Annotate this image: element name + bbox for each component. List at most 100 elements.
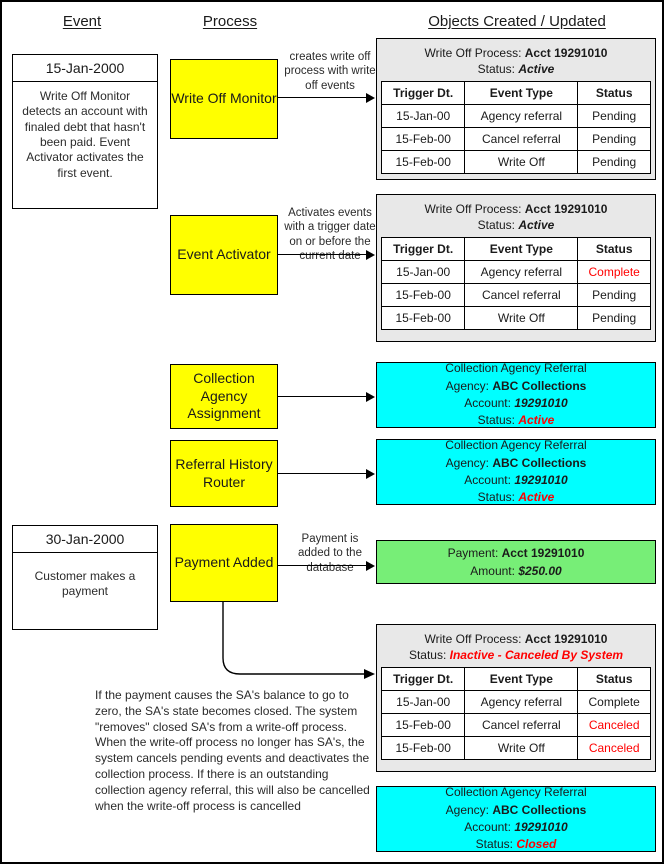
table-header-row: Trigger Dt. Event Type Status: [380, 667, 651, 692]
cell-status: Pending: [577, 127, 651, 152]
payment-account-value: Acct 19291010: [501, 546, 585, 560]
column-status: Status: [577, 237, 651, 262]
referral-agency-label: Agency:: [445, 802, 493, 817]
collection-agency-referral-1: Collection Agency Referral Agency: ABC C…: [376, 361, 656, 429]
event-table: Trigger Dt. Event Type Status 15-Jan-00 …: [380, 237, 651, 331]
write-off-process-panel-1: Write Off Process: Acct 19291010 Status:…: [376, 38, 656, 180]
process-label: Referral History Router: [175, 456, 273, 490]
payment-amount-label: Amount:: [470, 564, 519, 578]
column-header-objects: Objects Created / Updated: [428, 13, 606, 30]
column-trigger-date: Trigger Dt.: [380, 237, 466, 262]
table-header-row: Trigger Dt. Event Type Status: [380, 81, 651, 106]
panel-title: Write Off Process: Acct 19291010 Status:…: [381, 629, 651, 667]
connector-line-5: [278, 565, 367, 566]
cell-status: Complete: [577, 690, 651, 715]
referral-status-row: Status: Active: [377, 412, 655, 429]
referral-title: Collection Agency Referral: [445, 361, 587, 376]
cell-trigger-date: 15-Feb-00: [380, 127, 466, 152]
event-description: Write Off Monitor detects an account wit…: [22, 89, 148, 180]
panel-account: Acct 19291010: [524, 202, 608, 216]
referral-title: Collection Agency Referral: [445, 785, 587, 800]
panel-status-value: Active: [518, 62, 555, 77]
connector-label-payment-added: Payment is added to the database: [298, 533, 362, 574]
process-box-write-off-monitor[interactable]: Write Off Monitor: [170, 59, 278, 139]
connector-line-1: [278, 97, 367, 98]
payment-amount-row: Amount: $250.00: [377, 562, 655, 580]
column-header-process: Process: [202, 13, 258, 30]
column-trigger-date: Trigger Dt.: [380, 81, 466, 106]
referral-account-label: Account:: [464, 820, 515, 834]
cell-trigger-date: 15-Feb-00: [380, 150, 466, 175]
write-off-process-panel-2: Write Off Process: Acct 19291010 Status:…: [376, 194, 656, 342]
referral-account-label: Account:: [464, 396, 515, 410]
payment-account-row: Payment: Acct 19291010: [377, 544, 655, 562]
cell-status: Pending: [577, 150, 651, 175]
process-label: Payment Added: [174, 554, 274, 571]
cell-status: Pending: [577, 306, 651, 331]
cell-event-type: Cancel referral: [464, 283, 579, 308]
column-status: Status: [577, 667, 651, 692]
event-date: 15-Jan-2000: [13, 55, 157, 82]
table-row: 15-Jan-00 Agency referral Pending: [380, 104, 651, 129]
table-row: 15-Jan-00 Agency referral Complete: [380, 260, 651, 285]
table-row: 15-Feb-00 Cancel referral Pending: [380, 283, 651, 308]
referral-title: Collection Agency Referral: [445, 438, 587, 453]
table-row: 15-Feb-00 Write Off Pending: [380, 150, 651, 175]
event-date: 30-Jan-2000: [13, 526, 157, 553]
process-label: Event Activator: [177, 246, 271, 263]
cell-trigger-date: 15-Jan-00: [380, 690, 466, 715]
event-box-2: 30-Jan-2000 Customer makes a payment: [12, 525, 158, 630]
collection-agency-referral-2: Collection Agency Referral Agency: ABC C…: [376, 438, 656, 505]
referral-account-row: Account: 19291010: [377, 395, 655, 412]
event-table: Trigger Dt. Event Type Status 15-Jan-00 …: [380, 81, 651, 175]
cell-event-type: Write Off: [464, 150, 579, 175]
cell-status: Pending: [577, 104, 651, 129]
panel-title: Write Off Process: Acct 19291010 Status:…: [381, 43, 651, 81]
diagram-canvas: Event Process Objects Created / Updated …: [0, 0, 664, 864]
process-box-referral-history-router[interactable]: Referral History Router: [170, 440, 278, 507]
panel-title-prefix: Write Off Process:: [424, 632, 525, 646]
process-label: Write Off Monitor: [171, 90, 277, 107]
column-event-type: Event Type: [464, 81, 579, 106]
referral-status-label: Status:: [475, 837, 517, 852]
connector-arrowhead-2: [366, 250, 375, 260]
process-box-event-activator[interactable]: Event Activator: [170, 215, 278, 295]
event-box-1: 15-Jan-2000 Write Off Monitor detects an…: [12, 54, 158, 209]
referral-agency-row: Agency: ABC Collections: [377, 378, 655, 395]
table-row: 15-Feb-00 Cancel referral Canceled: [380, 713, 651, 738]
referral-status-value: Closed: [516, 837, 557, 852]
process-box-payment-added[interactable]: Payment Added: [170, 524, 278, 602]
column-header-event: Event: [62, 13, 102, 30]
referral-account-value: 19291010: [514, 473, 568, 487]
referral-agency-value: ABC Collections: [492, 802, 587, 817]
panel-account: Acct 19291010: [524, 46, 608, 60]
referral-agency-row: Agency: ABC Collections: [377, 455, 655, 472]
process-box-collection-agency-assignment[interactable]: Collection Agency Assignment: [170, 364, 278, 429]
panel-status-label: Status:: [477, 218, 519, 233]
column-status: Status: [577, 81, 651, 106]
payment-amount-value: $250.00: [518, 564, 562, 578]
table-row: 15-Feb-00 Write Off Pending: [380, 306, 651, 331]
connector-line-4: [278, 473, 367, 474]
referral-account-row: Account: 19291010: [377, 819, 655, 836]
referral-agency-label: Agency:: [445, 455, 493, 470]
connector-arrowhead-3: [366, 392, 375, 402]
panel-status-label: Status:: [408, 648, 450, 663]
referral-status-value: Active: [518, 490, 555, 505]
event-table: Trigger Dt. Event Type Status 15-Jan-00 …: [380, 667, 651, 761]
cell-status: Canceled: [577, 736, 651, 761]
process-label: Collection Agency Assignment: [187, 370, 261, 422]
referral-account-value: 19291010: [514, 820, 568, 834]
referral-agency-value: ABC Collections: [492, 455, 587, 470]
referral-status-label: Status:: [477, 413, 519, 428]
payment-object-box: Payment: Acct 19291010 Amount: $250.00: [376, 540, 656, 584]
referral-agency-value: ABC Collections: [492, 378, 587, 393]
referral-account-label: Account:: [464, 473, 515, 487]
table-row: 15-Feb-00 Cancel referral Pending: [380, 127, 651, 152]
table-row: 15-Jan-00 Agency referral Complete: [380, 690, 651, 715]
event-description: Customer makes a payment: [34, 569, 136, 599]
panel-title: Write Off Process: Acct 19291010 Status:…: [381, 199, 651, 237]
panel-title-prefix: Write Off Process:: [424, 202, 525, 216]
column-event-type: Event Type: [464, 237, 579, 262]
cell-trigger-date: 15-Feb-00: [380, 283, 466, 308]
